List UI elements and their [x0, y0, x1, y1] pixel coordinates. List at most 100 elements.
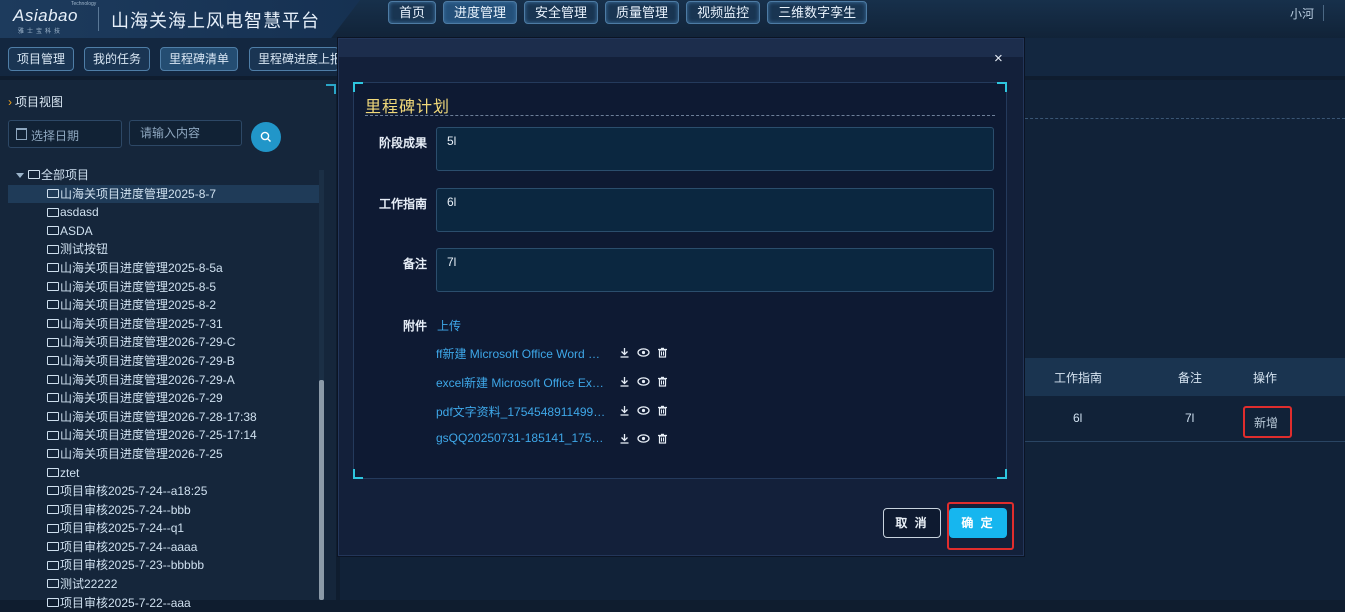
attachment-name[interactable]: excel新建 Microsoft Office Excel 工作表.xlsx: [436, 374, 606, 391]
folder-icon: [47, 337, 59, 347]
attachment-name[interactable]: pdf文字资料_1754548911499.pdf: [436, 403, 606, 420]
tree-item[interactable]: 山海关项目进度管理2026-7-25: [8, 445, 320, 464]
attachment-name[interactable]: ff新建 Microsoft Office Word 文档.docx: [436, 345, 606, 362]
search-icon: [260, 131, 271, 142]
tab-project-management[interactable]: 项目管理: [8, 47, 75, 71]
tree-item[interactable]: 山海关项目进度管理2025-8-2: [8, 296, 320, 315]
nav-home[interactable]: 首页: [388, 1, 437, 24]
cancel-button[interactable]: 取 消: [883, 508, 941, 538]
nav-safety[interactable]: 安全管理: [524, 1, 599, 24]
tree-item[interactable]: 山海关项目进度管理2025-8-5a: [8, 259, 320, 278]
nav-digital-twin[interactable]: 三维数字孪生: [767, 1, 868, 24]
add-action-highlight[interactable]: 新增: [1243, 406, 1292, 438]
confirm-button[interactable]: 确 定: [949, 508, 1007, 538]
milestone-dialog: × 里程碑计划 阶段成果 工作指南 备注 附件 上传 ff新建 Microsof…: [338, 38, 1024, 556]
tab-my-tasks[interactable]: 我的任务: [84, 47, 151, 71]
download-icon[interactable]: [619, 405, 630, 419]
download-icon[interactable]: [619, 347, 630, 361]
nav-quality[interactable]: 质量管理: [605, 1, 680, 24]
tree-item[interactable]: 项目审核2025-7-24--q1: [8, 519, 320, 538]
user-divider: [1323, 5, 1324, 21]
work-guide-textarea[interactable]: [436, 188, 994, 232]
form-title: 里程碑计划: [365, 99, 451, 116]
tree-item[interactable]: 山海关项目进度管理2026-7-29: [8, 389, 320, 408]
label-work-guide: 工作指南: [378, 197, 427, 211]
date-picker[interactable]: 选择日期: [8, 120, 122, 148]
cell-guide: 6l: [1073, 411, 1083, 425]
folder-icon: [47, 412, 59, 422]
tree-root-label: 全部项目: [41, 168, 90, 182]
nav-video[interactable]: 视频监控: [686, 1, 761, 24]
tree-item-label: 项目审核2025-7-24--bbb: [60, 502, 191, 517]
tree-item[interactable]: 山海关项目进度管理2025-8-5: [8, 278, 320, 297]
tree-item[interactable]: 项目审核2025-7-23--bbbbb: [8, 556, 320, 575]
tree-item[interactable]: 山海关项目进度管理2025-7-31: [8, 315, 320, 334]
tab-milestone-report[interactable]: 里程碑进度上报: [249, 47, 339, 71]
folder-icon: [47, 523, 59, 533]
tree-item-label: 山海关项目进度管理2026-7-25-17:14: [60, 428, 257, 443]
eye-icon[interactable]: [637, 433, 650, 447]
eye-icon[interactable]: [637, 347, 650, 361]
tab-milestone-list[interactable]: 里程碑清单: [160, 47, 239, 71]
tree-item[interactable]: 项目审核2025-7-22--aaa: [8, 594, 320, 612]
eye-icon[interactable]: [637, 405, 650, 419]
nav-progress[interactable]: 进度管理: [443, 1, 518, 24]
date-placeholder: 选择日期: [31, 129, 80, 143]
tree-item[interactable]: 测试按钮: [8, 240, 320, 259]
download-icon[interactable]: [619, 376, 630, 390]
close-icon[interactable]: ×: [994, 50, 1003, 67]
add-link[interactable]: 新增: [1254, 414, 1278, 431]
tree-scroll-thumb[interactable]: [319, 380, 324, 600]
tree-item[interactable]: 山海关项目进度管理2026-7-29-B: [8, 352, 320, 371]
table-row: [1020, 397, 1345, 442]
tree-item[interactable]: 山海关项目进度管理2026-7-25-17:14: [8, 426, 320, 445]
user-name[interactable]: 小河: [1290, 5, 1314, 22]
tree-item-label: 山海关项目进度管理2025-8-7: [60, 186, 217, 201]
folder-icon: [47, 263, 59, 273]
tree-item[interactable]: ztet: [8, 464, 320, 483]
title-divider: [365, 115, 995, 116]
tree-item-label: 山海关项目进度管理2026-7-29-A: [60, 372, 235, 387]
tree-item[interactable]: ASDA: [8, 222, 320, 241]
tree-item[interactable]: 项目审核2025-7-24--a18:25: [8, 482, 320, 501]
tree-item[interactable]: 项目审核2025-7-24--aaaa: [8, 538, 320, 557]
tree-item[interactable]: 测试22222: [8, 575, 320, 594]
trash-icon[interactable]: [657, 433, 668, 447]
download-icon[interactable]: [619, 433, 630, 447]
tree-root[interactable]: 全部项目: [8, 166, 320, 185]
attachment-name[interactable]: gsQQ20250731-185141_1754548911.png: [436, 431, 606, 445]
tree-item[interactable]: 山海关项目进度管理2025-8-7: [8, 184, 320, 204]
col-header-note: 备注: [1178, 371, 1203, 385]
search-button[interactable]: [251, 122, 281, 152]
stage-result-textarea[interactable]: [436, 127, 994, 171]
folder-icon: [47, 207, 59, 217]
search-input[interactable]: [129, 120, 242, 146]
folder-icon: [47, 449, 59, 459]
folder-icon: [47, 300, 59, 310]
tree-item[interactable]: 项目审核2025-7-24--bbb: [8, 501, 320, 520]
remark-textarea[interactable]: [436, 248, 994, 292]
tree-item[interactable]: asdasd: [8, 203, 320, 222]
tree-item-label: asdasd: [60, 205, 99, 220]
trash-icon[interactable]: [657, 376, 668, 390]
main-nav: 首页 进度管理 安全管理 质量管理 视频监控 三维数字孪生: [388, 1, 868, 24]
upload-link[interactable]: 上传: [437, 317, 461, 334]
tree-item[interactable]: 山海关项目进度管理2026-7-29-C: [8, 333, 320, 352]
tree-item[interactable]: 山海关项目进度管理2026-7-28-17:38: [8, 408, 320, 427]
tree-item[interactable]: 山海关项目进度管理2026-7-29-A: [8, 371, 320, 390]
tree-item-label: 项目审核2025-7-23--bbbbb: [60, 558, 205, 573]
tree-item-label: 山海关项目进度管理2025-8-2: [60, 298, 217, 313]
folder-icon: [47, 579, 59, 589]
trash-icon[interactable]: [657, 347, 668, 361]
label-attachment: 附件: [402, 319, 427, 333]
brand-tagline: Technology: [71, 1, 97, 7]
tree-item-label: 山海关项目进度管理2026-7-29: [60, 391, 223, 406]
folder-icon: [47, 188, 59, 198]
folder-icon: [47, 560, 59, 570]
folder-icon: [47, 393, 59, 403]
eye-icon[interactable]: [637, 376, 650, 390]
frame-corner: [353, 469, 363, 479]
trash-icon[interactable]: [657, 405, 668, 419]
folder-icon: [47, 486, 59, 496]
label-stage-result: 阶段成果: [378, 136, 427, 150]
